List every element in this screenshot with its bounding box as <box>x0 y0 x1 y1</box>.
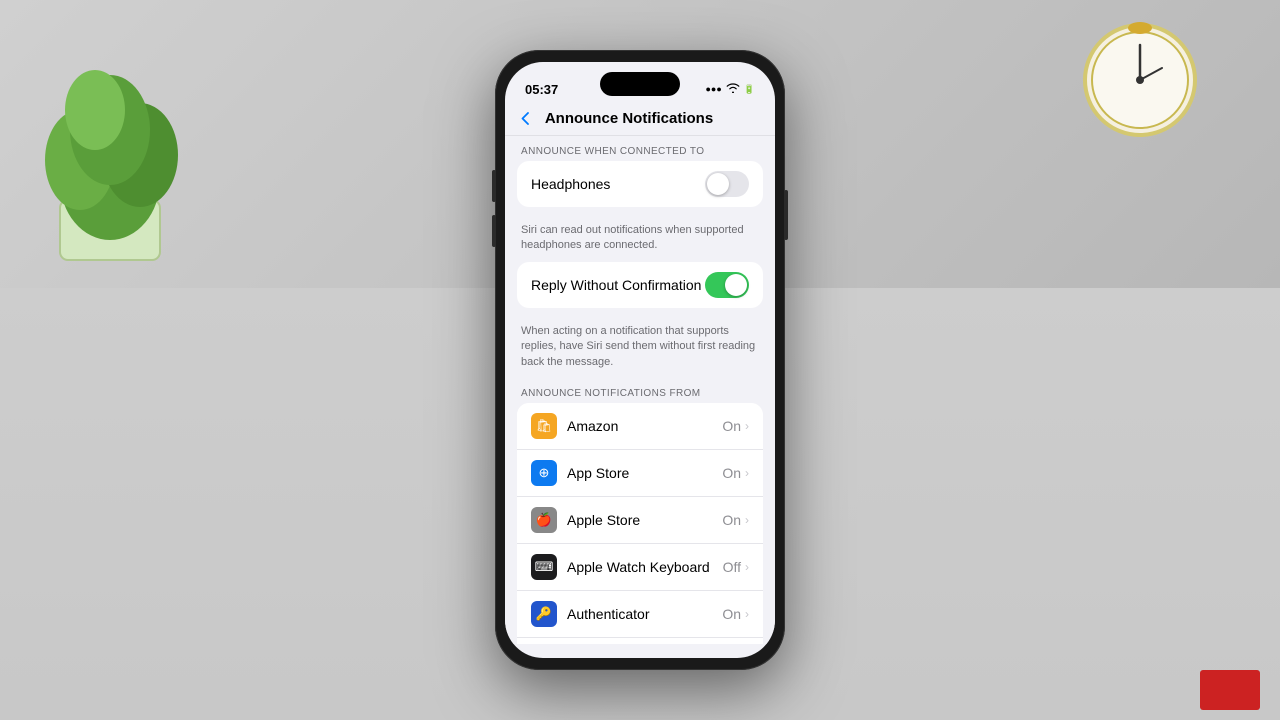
reply-row[interactable]: Reply Without Confirmation <box>517 262 763 308</box>
app-chevron-authenticator: › <box>745 607 749 621</box>
reply-toggle[interactable] <box>705 272 749 298</box>
section-header-from: ANNOUNCE NOTIFICATIONS FROM <box>505 378 775 403</box>
plant-decoration <box>0 0 240 280</box>
app-icon-app-store: ⊕ <box>531 460 557 486</box>
cellular-icon: ●●● <box>705 84 721 94</box>
app-icon-apple-store: 🍎 <box>531 507 557 533</box>
battery-icon: 🔋 <box>744 84 755 95</box>
app-row-apple-store[interactable]: 🍎 Apple Store On › <box>517 497 763 544</box>
app-label-apple-store: Apple Store <box>567 512 722 528</box>
app-list-group: 🛍 Amazon On › ⊕ App Store On › 🍎 Apple S… <box>517 403 763 644</box>
app-icon-amazon: 🛍 <box>531 413 557 439</box>
headphones-label: Headphones <box>531 176 705 192</box>
status-icons: ●●● 🔋 <box>705 83 755 96</box>
corner-decoration <box>1200 670 1260 710</box>
app-value-app-store: On <box>722 465 741 481</box>
app-icon-apple-watch-keyboard: ⌨ <box>531 554 557 580</box>
app-row-blackvue[interactable]: ◉ BlackVue Off › <box>517 638 763 644</box>
phone-screen: 05:37 ●●● 🔋 <box>505 62 775 658</box>
page-title: Announce Notifications <box>529 110 729 127</box>
reply-group: Reply Without Confirmation <box>517 262 763 308</box>
app-label-apple-watch-keyboard: Apple Watch Keyboard <box>567 559 723 575</box>
app-row-app-store[interactable]: ⊕ App Store On › <box>517 450 763 497</box>
phone-device: 05:37 ●●● 🔋 <box>495 50 785 670</box>
side-button <box>784 190 788 240</box>
reply-description: When acting on a notification that suppo… <box>505 320 775 378</box>
app-chevron-apple-watch-keyboard: › <box>745 560 749 574</box>
app-chevron-amazon: › <box>745 419 749 433</box>
volume-down-button <box>492 215 496 247</box>
app-row-apple-watch-keyboard[interactable]: ⌨ Apple Watch Keyboard Off › <box>517 544 763 591</box>
reply-label: Reply Without Confirmation <box>531 277 705 293</box>
section-header-connected: ANNOUNCE WHEN CONNECTED TO <box>505 136 775 161</box>
status-time: 05:37 <box>525 82 558 97</box>
headphones-toggle-knob <box>707 173 729 195</box>
app-icon-authenticator: 🔑 <box>531 601 557 627</box>
wifi-icon <box>726 83 740 96</box>
app-row-amazon[interactable]: 🛍 Amazon On › <box>517 403 763 450</box>
headphones-group: Headphones <box>517 161 763 207</box>
headphones-description: Siri can read out notifications when sup… <box>505 219 775 262</box>
headphones-row[interactable]: Headphones <box>517 161 763 207</box>
app-chevron-app-store: › <box>745 466 749 480</box>
back-button[interactable] <box>521 112 529 125</box>
app-label-amazon: Amazon <box>567 418 722 434</box>
dynamic-island <box>600 72 680 96</box>
phone-outer-frame: 05:37 ●●● 🔋 <box>495 50 785 670</box>
app-value-apple-store: On <box>722 512 741 528</box>
app-label-authenticator: Authenticator <box>567 606 722 622</box>
app-chevron-apple-store: › <box>745 513 749 527</box>
app-value-amazon: On <box>722 418 741 434</box>
settings-content: ANNOUNCE WHEN CONNECTED TO Headphones Si… <box>505 136 775 644</box>
app-label-app-store: App Store <box>567 465 722 481</box>
app-value-authenticator: On <box>722 606 741 622</box>
app-row-authenticator[interactable]: 🔑 Authenticator On › <box>517 591 763 638</box>
reply-toggle-knob <box>725 274 747 296</box>
clock-decoration <box>1080 20 1200 140</box>
headphones-toggle[interactable] <box>705 171 749 197</box>
navigation-bar: Announce Notifications <box>505 106 775 136</box>
app-value-apple-watch-keyboard: Off <box>723 559 741 575</box>
volume-up-button <box>492 170 496 202</box>
